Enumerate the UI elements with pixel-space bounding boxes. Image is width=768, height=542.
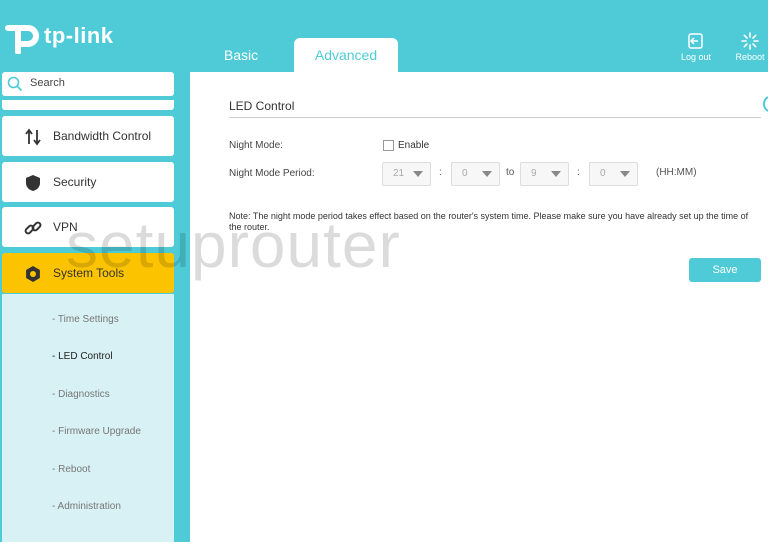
night-mode-enable-checkbox[interactable] [383,140,394,151]
start-minute-value: 0 [462,168,468,179]
tab-basic[interactable]: Basic [196,38,286,72]
time-colon: : [439,167,442,178]
chevron-down-icon [482,171,492,177]
reboot-button[interactable]: Reboot [728,32,768,62]
tab-advanced[interactable]: Advanced [294,38,398,72]
end-hour-value: 9 [531,168,537,179]
end-hour-select[interactable]: 9 [520,162,569,186]
sidebar-item-label: System Tools [53,266,125,280]
chevron-down-icon [413,171,423,177]
arrows-updown-icon [25,128,41,146]
to-label: to [506,167,515,178]
end-minute-select[interactable]: 0 [589,162,638,186]
end-minute-value: 0 [600,168,606,179]
brand-name: tp-link [44,23,114,48]
enable-label: Enable [398,140,430,151]
system-tools-submenu: - Time Settings - LED Control - Diagnost… [2,294,174,542]
submenu-item-reboot[interactable]: - Reboot [52,464,90,475]
sidebar-item-label: VPN [53,220,78,234]
tp-link-logo: tp-link [4,18,114,54]
sidebar-item-vpn[interactable]: VPN [2,207,174,247]
start-minute-select[interactable]: 0 [451,162,500,186]
night-mode-note: Note: The night mode period takes effect… [229,211,749,232]
night-mode-period-label: Night Mode Period: [229,168,315,179]
submenu-item-time-settings[interactable]: - Time Settings [52,314,119,325]
sidebar-item-system-tools[interactable]: System Tools [2,253,174,293]
logout-button[interactable]: Log out [674,32,718,62]
link-icon [24,221,42,235]
top-header: tp-link Basic Advanced Log out Reboot [0,0,768,72]
save-button[interactable]: Save [689,258,761,282]
submenu-item-diagnostics[interactable]: - Diagnostics [52,389,110,400]
title-divider [229,117,761,118]
submenu-item-firmware-upgrade[interactable]: - Firmware Upgrade [52,426,141,437]
search-input[interactable]: Search [2,72,174,96]
sidebar-item-security[interactable]: Security [2,162,174,202]
start-hour-value: 21 [393,168,405,179]
night-mode-label: Night Mode: [229,140,283,151]
time-colon: : [577,167,580,178]
page-title: LED Control [229,99,295,113]
logout-label: Log out [680,52,712,62]
reboot-label: Reboot [735,52,765,62]
sidebar-scrollbar[interactable] [178,294,184,542]
sidebar-item-label: Security [53,175,97,189]
logout-icon [688,33,703,49]
chevron-down-icon [551,171,561,177]
shield-icon [26,175,40,191]
reboot-icon [741,32,759,50]
sidebar-item-partial [2,100,174,110]
start-hour-select[interactable]: 21 [382,162,431,186]
time-format-hint: (HH:MM) [656,167,697,178]
sidebar-item-label: Bandwidth Control [53,129,152,143]
search-icon [7,76,23,92]
chevron-down-icon [620,171,630,177]
gear-icon [26,266,40,282]
submenu-item-administration[interactable]: - Administration [52,501,121,512]
submenu-item-led-control[interactable]: - LED Control [52,351,113,362]
tp-link-logo-icon [5,25,39,54]
search-placeholder: Search [30,77,65,89]
sidebar-item-bandwidth-control[interactable]: Bandwidth Control [2,116,174,156]
